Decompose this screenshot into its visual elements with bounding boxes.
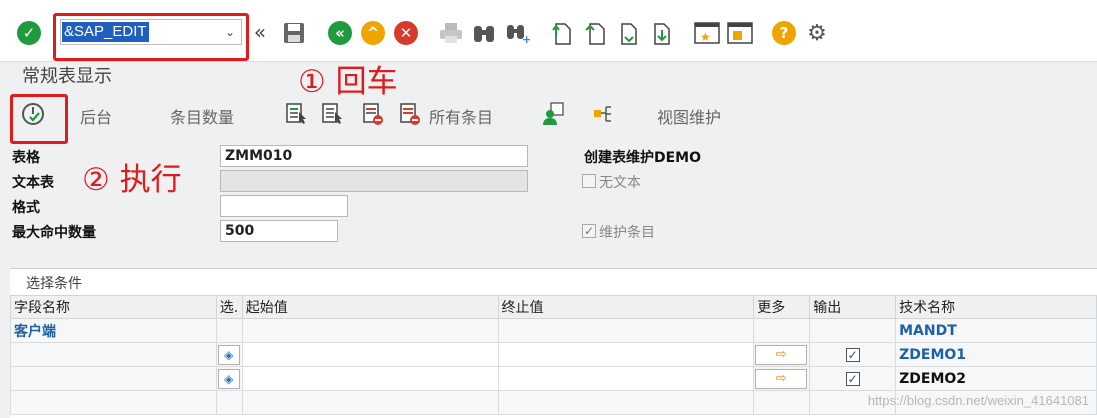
cancel-icon[interactable]: ✕ — [394, 21, 418, 45]
structure-icon[interactable] — [591, 101, 615, 127]
next-page-icon[interactable] — [617, 20, 643, 46]
no-text-checkbox[interactable] — [582, 174, 596, 188]
view-maintenance-button[interactable]: 视图维护 — [657, 104, 721, 128]
create-session-icon[interactable]: ★ — [693, 20, 721, 46]
watermark: https://blog.csdn.net/weixin_41641081 — [867, 393, 1089, 408]
from-input[interactable] — [241, 342, 499, 367]
col-field-name: 字段名称 — [10, 295, 217, 319]
select-fields-icon[interactable] — [321, 101, 345, 127]
col-tech-name: 技术名称 — [895, 295, 1097, 319]
table-input[interactable]: ZMM010 — [220, 145, 528, 167]
help-icon[interactable]: ? — [772, 21, 796, 45]
multiple-selection-icon[interactable]: ⇨ — [755, 344, 808, 365]
entry-count-button[interactable]: 条目数量 — [170, 104, 234, 128]
enter-check-icon[interactable]: ✓ — [17, 21, 41, 45]
text-table-input — [220, 170, 528, 192]
find-icon[interactable] — [471, 21, 497, 45]
select-table-icon[interactable] — [285, 101, 309, 127]
col-from: 起始值 — [241, 295, 499, 319]
highlight-command-box — [53, 13, 249, 61]
field-name-cell — [10, 342, 217, 367]
table-row: ◈ ⇨ ✓ ZDEMO1 — [10, 342, 1097, 367]
remove-selection-icon[interactable] — [361, 101, 385, 127]
previous-page-icon[interactable] — [583, 20, 609, 46]
layout-label: 格式 — [12, 200, 40, 216]
max-hits-label: 最大命中数量 — [12, 225, 96, 241]
highlight-execute-box — [10, 94, 68, 144]
exit-icon[interactable]: ^ — [361, 21, 385, 45]
last-page-icon[interactable] — [650, 20, 676, 46]
col-more: 更多 — [753, 295, 811, 319]
to-cell — [497, 318, 755, 343]
find-next-icon[interactable]: + — [505, 21, 531, 45]
to-input[interactable] — [497, 366, 755, 391]
to-input[interactable] — [497, 342, 755, 367]
maintain-entries-checkbox[interactable]: ✓ — [582, 224, 596, 238]
svg-text:★: ★ — [700, 30, 711, 44]
remove-all-icon[interactable] — [398, 101, 422, 127]
layout-input[interactable] — [220, 195, 348, 217]
tech-name-cell: ZDEMO1 — [895, 342, 1097, 367]
table-description: 创建表维护DEMO — [584, 150, 702, 166]
settings-gear-icon[interactable]: ⚙ — [804, 20, 830, 46]
user-settings-icon[interactable] — [541, 101, 565, 127]
from-cell — [241, 318, 499, 343]
table-label: 表格 — [12, 150, 40, 166]
multiple-selection-icon[interactable]: ⇨ — [755, 368, 808, 389]
selection-conditions-panel: 选择条件 字段名称 选. 起始值 终止值 更多 输出 技术名称 客户端 MAND… — [10, 268, 1097, 418]
tech-name-cell: MANDT — [895, 318, 1097, 343]
background-button[interactable]: 后台 — [80, 104, 112, 128]
text-table-label: 文本表 — [12, 175, 54, 191]
output-checkbox[interactable]: ✓ — [845, 371, 860, 386]
all-entries-button[interactable]: 所有条目 — [429, 104, 493, 128]
annotation-step2: ② 执行 — [82, 162, 182, 198]
col-output: 输出 — [809, 295, 897, 319]
output-checkbox[interactable]: ✓ — [845, 347, 860, 362]
table-header-row: 字段名称 选. 起始值 终止值 更多 输出 技术名称 — [10, 295, 1097, 319]
svg-text:+: + — [522, 33, 530, 44]
back-icon[interactable]: « — [328, 21, 352, 45]
field-name-cell: 客户端 — [10, 318, 217, 343]
more-cell — [753, 318, 811, 343]
no-text-label: 无文本 — [599, 175, 641, 191]
col-sel: 选. — [215, 295, 243, 319]
page-title: 常规表显示 — [22, 66, 112, 87]
table-row: 客户端 MANDT — [10, 318, 1097, 343]
table-row: ◈ ⇨ ✓ ZDEMO2 — [10, 366, 1097, 391]
maintain-entries-label: 维护条目 — [599, 225, 655, 241]
col-to: 终止值 — [497, 295, 755, 319]
first-page-icon[interactable] — [549, 20, 575, 46]
field-name-cell — [10, 366, 217, 391]
shortcut-icon[interactable] — [726, 20, 754, 46]
sel-cell — [215, 318, 243, 343]
print-icon[interactable] — [438, 21, 464, 45]
select-options-icon[interactable]: ◈ — [217, 344, 240, 365]
selection-conditions-title: 选择条件 — [26, 276, 82, 292]
output-cell — [809, 318, 897, 343]
select-options-icon[interactable]: ◈ — [217, 368, 240, 389]
tech-name-cell: ZDEMO2 — [895, 366, 1097, 391]
from-input[interactable] — [241, 366, 499, 391]
max-hits-input[interactable]: 500 — [220, 220, 338, 242]
save-icon[interactable] — [282, 21, 306, 45]
double-chevron-left-icon[interactable]: « — [250, 20, 270, 44]
